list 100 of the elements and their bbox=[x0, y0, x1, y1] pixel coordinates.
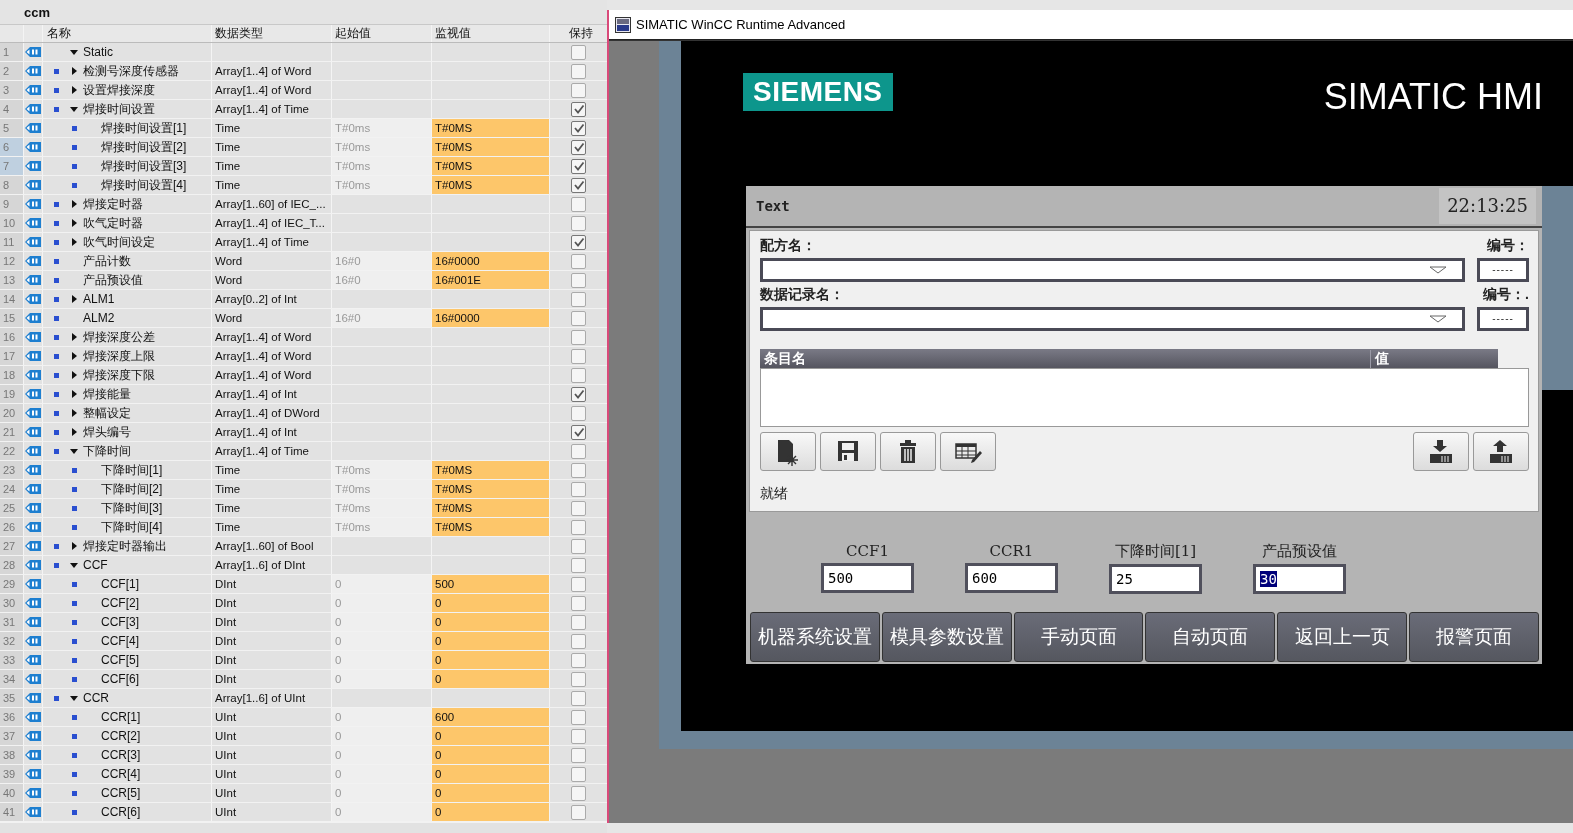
expand-triangle-icon[interactable] bbox=[71, 371, 77, 379]
row-number[interactable]: 7 bbox=[0, 157, 24, 175]
entry-list[interactable] bbox=[760, 368, 1529, 427]
row-number[interactable]: 10 bbox=[0, 214, 24, 232]
column-header[interactable]: 值 bbox=[1371, 349, 1389, 368]
retain-checkbox[interactable] bbox=[571, 101, 586, 117]
row-number[interactable]: 9 bbox=[0, 195, 24, 213]
retain-checkbox[interactable] bbox=[571, 120, 586, 136]
retain-checkbox[interactable] bbox=[571, 728, 586, 744]
row-number[interactable]: 19 bbox=[0, 385, 24, 403]
row-number[interactable]: 29 bbox=[0, 575, 24, 593]
retain-checkbox[interactable] bbox=[571, 405, 586, 421]
row-number[interactable]: 24 bbox=[0, 480, 24, 498]
navigation-button[interactable]: 模具参数设置 bbox=[881, 612, 1012, 662]
retain-checkbox[interactable] bbox=[571, 481, 586, 497]
row-number[interactable]: 14 bbox=[0, 290, 24, 308]
row-number[interactable]: 27 bbox=[0, 537, 24, 555]
expand-triangle-icon[interactable] bbox=[71, 295, 77, 303]
retain-checkbox[interactable] bbox=[571, 785, 586, 801]
expand-triangle-icon[interactable] bbox=[71, 200, 77, 208]
column-header[interactable]: 数据类型 bbox=[212, 25, 332, 42]
recipe-toolbar-button[interactable] bbox=[940, 432, 996, 471]
row-number[interactable]: 34 bbox=[0, 670, 24, 688]
row-number[interactable]: 22 bbox=[0, 442, 24, 460]
row-number[interactable]: 5 bbox=[0, 119, 24, 137]
expand-triangle-icon[interactable] bbox=[71, 86, 77, 94]
collapse-triangle-icon[interactable] bbox=[70, 448, 78, 454]
retain-checkbox[interactable] bbox=[571, 652, 586, 668]
retain-checkbox[interactable] bbox=[571, 462, 586, 478]
row-number[interactable]: 41 bbox=[0, 803, 24, 821]
retain-checkbox[interactable] bbox=[571, 500, 586, 516]
row-number[interactable]: 13 bbox=[0, 271, 24, 289]
row-number[interactable]: 11 bbox=[0, 233, 24, 251]
recipe-toolbar-button[interactable] bbox=[1473, 432, 1529, 471]
retain-checkbox[interactable] bbox=[571, 310, 586, 326]
retain-checkbox[interactable] bbox=[571, 177, 586, 193]
retain-checkbox[interactable] bbox=[571, 291, 586, 307]
collapse-triangle-icon[interactable] bbox=[70, 106, 78, 112]
row-number[interactable]: 17 bbox=[0, 347, 24, 365]
recipe-toolbar-button[interactable] bbox=[760, 432, 816, 471]
collapse-triangle-icon[interactable] bbox=[70, 695, 78, 701]
retain-checkbox[interactable] bbox=[571, 215, 586, 231]
retain-checkbox[interactable] bbox=[571, 348, 586, 364]
value-input-field[interactable]: 30 bbox=[1253, 564, 1346, 594]
expand-triangle-icon[interactable] bbox=[71, 67, 77, 75]
recipe-toolbar-button[interactable] bbox=[1413, 432, 1469, 471]
row-number[interactable]: 15 bbox=[0, 309, 24, 327]
retain-checkbox[interactable] bbox=[571, 158, 586, 174]
retain-checkbox[interactable] bbox=[571, 595, 586, 611]
collapse-triangle-icon[interactable] bbox=[70, 49, 78, 55]
row-number[interactable]: 38 bbox=[0, 746, 24, 764]
row-number[interactable]: 31 bbox=[0, 613, 24, 631]
value-input-field[interactable]: 500 bbox=[821, 563, 914, 593]
expand-triangle-icon[interactable] bbox=[71, 238, 77, 246]
column-header[interactable]: 保持 bbox=[550, 25, 607, 42]
row-number[interactable]: 16 bbox=[0, 328, 24, 346]
row-number[interactable]: 3 bbox=[0, 81, 24, 99]
retain-checkbox[interactable] bbox=[571, 424, 586, 440]
retain-checkbox[interactable] bbox=[571, 557, 586, 573]
row-number[interactable]: 30 bbox=[0, 594, 24, 612]
expand-triangle-icon[interactable] bbox=[71, 352, 77, 360]
expand-triangle-icon[interactable] bbox=[71, 219, 77, 227]
column-header[interactable]: 监视值 bbox=[432, 25, 550, 42]
retain-checkbox[interactable] bbox=[571, 671, 586, 687]
row-number[interactable]: 18 bbox=[0, 366, 24, 384]
retain-checkbox[interactable] bbox=[571, 766, 586, 782]
number-field[interactable]: ----- bbox=[1477, 307, 1529, 331]
row-number[interactable]: 20 bbox=[0, 404, 24, 422]
recipe-toolbar-button[interactable] bbox=[880, 432, 936, 471]
navigation-button[interactable]: 报警页面 bbox=[1409, 612, 1539, 662]
retain-checkbox[interactable] bbox=[571, 519, 586, 535]
row-number[interactable]: 26 bbox=[0, 518, 24, 536]
retain-checkbox[interactable] bbox=[571, 272, 586, 288]
retain-checkbox[interactable] bbox=[571, 747, 586, 763]
row-number[interactable]: 39 bbox=[0, 765, 24, 783]
retain-checkbox[interactable] bbox=[571, 614, 586, 630]
retain-checkbox[interactable] bbox=[571, 63, 586, 79]
number-field[interactable]: ----- bbox=[1477, 258, 1529, 282]
navigation-button[interactable]: 自动页面 bbox=[1145, 612, 1276, 662]
collapse-triangle-icon[interactable] bbox=[70, 562, 78, 568]
retain-checkbox[interactable] bbox=[571, 633, 586, 649]
row-number[interactable]: 4 bbox=[0, 100, 24, 118]
column-header[interactable]: 起始值 bbox=[332, 25, 432, 42]
expand-triangle-icon[interactable] bbox=[71, 542, 77, 550]
retain-checkbox[interactable] bbox=[571, 386, 586, 402]
expand-triangle-icon[interactable] bbox=[71, 409, 77, 417]
retain-checkbox[interactable] bbox=[571, 329, 586, 345]
row-number[interactable]: 25 bbox=[0, 499, 24, 517]
row-number[interactable]: 12 bbox=[0, 252, 24, 270]
row-number[interactable]: 35 bbox=[0, 689, 24, 707]
retain-checkbox[interactable] bbox=[571, 82, 586, 98]
dropdown-field[interactable] bbox=[760, 258, 1465, 282]
navigation-button[interactable]: 返回上一页 bbox=[1277, 612, 1408, 662]
retain-checkbox[interactable] bbox=[571, 709, 586, 725]
retain-checkbox[interactable] bbox=[571, 253, 586, 269]
retain-checkbox[interactable] bbox=[571, 804, 586, 820]
row-number[interactable]: 36 bbox=[0, 708, 24, 726]
column-header[interactable]: 条目名 bbox=[760, 349, 1371, 368]
recipe-toolbar-button[interactable] bbox=[820, 432, 876, 471]
expand-triangle-icon[interactable] bbox=[71, 428, 77, 436]
